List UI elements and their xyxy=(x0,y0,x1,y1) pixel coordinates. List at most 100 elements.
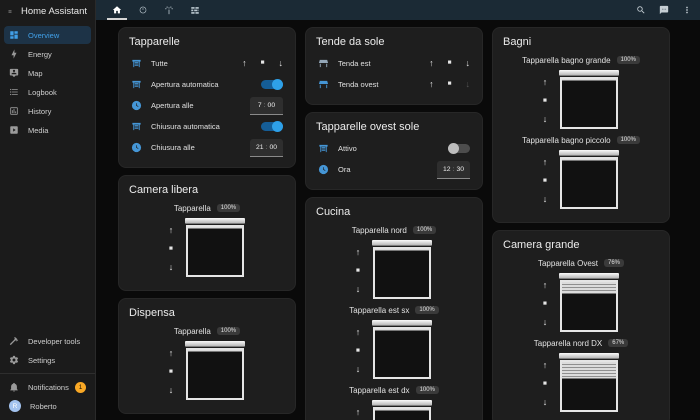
cover-close-button[interactable]: ↓ xyxy=(543,398,548,407)
entity-row[interactable]: Apertura automatica xyxy=(129,74,285,95)
cover-open-button[interactable]: ↑ xyxy=(242,59,247,68)
shutter-name: Tapparella nord xyxy=(352,226,407,235)
shutter-roller xyxy=(559,353,619,359)
cover-button-column: ↑ ■ ↓ xyxy=(356,240,361,299)
tab-home[interactable] xyxy=(104,0,130,20)
entity-row[interactable]: Apertura alle7:00 xyxy=(129,95,285,116)
cover-stop-button[interactable]: ■ xyxy=(543,178,547,185)
sidebar-item-overview[interactable]: Overview xyxy=(4,26,91,44)
cover-stop-button[interactable]: ■ xyxy=(261,60,265,67)
cover-open-button[interactable]: ↑ xyxy=(429,80,434,89)
sidebar-item-map[interactable]: Map xyxy=(4,64,91,82)
shutter-pane[interactable] xyxy=(186,225,244,277)
shutter-pane[interactable] xyxy=(186,348,244,400)
entity-name: Chiusura alle xyxy=(151,143,250,152)
cover-close-button[interactable]: ↓ xyxy=(279,59,284,68)
assist-icon[interactable] xyxy=(659,5,669,15)
cover-open-button[interactable]: ↑ xyxy=(169,226,174,235)
search-icon[interactable] xyxy=(636,5,646,15)
position-badge: 100% xyxy=(416,386,439,394)
cover-stop-button[interactable]: ■ xyxy=(356,348,360,355)
cover-close-button[interactable]: ↓ xyxy=(356,285,361,294)
sidebar-item-developer-tools[interactable]: Developer tools xyxy=(4,332,91,350)
time-hour: 12 xyxy=(443,166,451,173)
cover-stop-button[interactable]: ■ xyxy=(448,60,452,67)
awning-icon xyxy=(318,58,329,69)
shutter-window xyxy=(372,400,432,420)
shutter-pane[interactable] xyxy=(373,327,431,379)
cover-stop-button[interactable]: ■ xyxy=(356,268,360,275)
cover-open-button[interactable]: ↑ xyxy=(169,349,174,358)
cover-open-button[interactable]: ↑ xyxy=(543,158,548,167)
cover-close-button[interactable]: ↓ xyxy=(543,115,548,124)
cover-close-button[interactable]: ↓ xyxy=(169,386,174,395)
entity-row[interactable]: Ora12:30 xyxy=(316,159,472,180)
toggle-switch[interactable] xyxy=(261,80,283,89)
entity-row[interactable]: Tutte↑■↓ xyxy=(129,53,285,74)
sidebar-item-history[interactable]: History xyxy=(4,102,91,120)
entity-row[interactable]: Chiusura automatica xyxy=(129,116,285,137)
cover-close-button[interactable]: ↓ xyxy=(169,263,174,272)
card-title: Camera libera xyxy=(129,184,285,196)
cover-stop-button[interactable]: ■ xyxy=(448,81,452,88)
sidebar-item-label: Media xyxy=(28,126,48,135)
cover-close-button[interactable]: ↓ xyxy=(466,59,471,68)
tab-irrigation[interactable] xyxy=(156,0,182,20)
cover-open-button[interactable]: ↑ xyxy=(356,248,361,257)
cover-stop-button[interactable]: ■ xyxy=(169,246,173,253)
cover-open-button[interactable]: ↑ xyxy=(543,78,548,87)
position-badge: 100% xyxy=(217,204,240,212)
shutter-pane[interactable] xyxy=(560,360,618,412)
time-input[interactable]: 21:00 xyxy=(250,139,283,157)
shutter-control: Tapparella nord100%↑■↓ xyxy=(316,223,472,299)
sidebar-item-settings[interactable]: Settings xyxy=(4,351,91,369)
sidebar-item-energy[interactable]: Energy xyxy=(4,45,91,63)
cover-close-button[interactable]: ↓ xyxy=(466,80,471,89)
shutter-pane[interactable] xyxy=(560,77,618,129)
cover-stop-button[interactable]: ■ xyxy=(543,381,547,388)
cover-open-button[interactable]: ↑ xyxy=(356,328,361,337)
sidebar-item-user[interactable]: R Roberto xyxy=(4,397,91,415)
overflow-menu-icon[interactable] xyxy=(682,5,692,15)
shutter-pane[interactable] xyxy=(560,157,618,209)
shutter-pane[interactable] xyxy=(560,280,618,332)
cover-close-button[interactable]: ↓ xyxy=(543,318,548,327)
cover-stop-button[interactable]: ■ xyxy=(169,369,173,376)
toggle-switch[interactable] xyxy=(261,122,283,131)
sidebar-item-logbook[interactable]: Logbook xyxy=(4,83,91,101)
entity-row[interactable]: Tenda ovest↑■↓ xyxy=(316,74,472,95)
entity-row[interactable]: Attivo xyxy=(316,138,472,159)
shutter-roller xyxy=(185,341,245,347)
tab-wall[interactable] xyxy=(182,0,208,20)
entity-row[interactable]: Tenda est↑■↓ xyxy=(316,53,472,74)
entity-row[interactable]: Chiusura alle21:00 xyxy=(129,137,285,158)
cover-open-button[interactable]: ↑ xyxy=(543,281,548,290)
cover-stop-button[interactable]: ■ xyxy=(543,98,547,105)
cover-button-column: ↑ ■ ↓ xyxy=(169,218,174,277)
cover-close-button[interactable]: ↓ xyxy=(356,365,361,374)
time-input[interactable]: 12:30 xyxy=(437,161,470,179)
cover-close-button[interactable]: ↓ xyxy=(543,195,548,204)
position-badge: 100% xyxy=(415,306,438,314)
window-shutter-icon xyxy=(131,121,142,132)
cover-open-button[interactable]: ↑ xyxy=(429,59,434,68)
time-input[interactable]: 7:00 xyxy=(250,97,283,115)
sidebar-item-media[interactable]: Media xyxy=(4,121,91,139)
time-minute: 30 xyxy=(456,166,464,173)
tab-thermostat[interactable] xyxy=(130,0,156,20)
shutter-name: Tapparella bagno grande xyxy=(522,56,611,65)
cover-stop-button[interactable]: ■ xyxy=(543,301,547,308)
cover-open-button[interactable]: ↑ xyxy=(543,361,548,370)
shutter-slats xyxy=(375,329,429,331)
shutter-name: Tapparella xyxy=(174,204,211,213)
shutter-pane[interactable] xyxy=(373,247,431,299)
sidebar-item-notifications[interactable]: Notifications 1 xyxy=(4,378,91,396)
menu-icon[interactable] xyxy=(8,6,12,17)
shutter-pane[interactable] xyxy=(373,407,431,420)
shutter-name: Tapparella est sx xyxy=(349,306,409,315)
cover-button-column: ↑ ■ ↓ xyxy=(356,320,361,379)
toggle-switch[interactable] xyxy=(448,144,470,153)
sidebar-item-label: Developer tools xyxy=(28,337,80,346)
cover-open-button[interactable]: ↑ xyxy=(356,408,361,417)
shutter-roller xyxy=(372,320,432,326)
